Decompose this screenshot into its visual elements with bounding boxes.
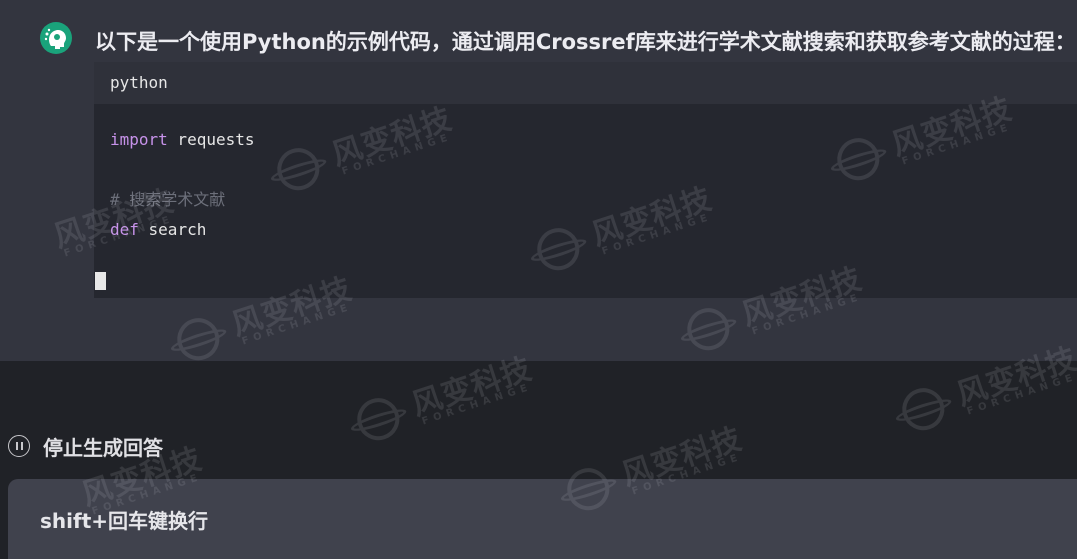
watermark-subtitle: FORCHANGE [965,371,1077,418]
stop-generating-button[interactable]: 停止生成回答 [8,432,163,460]
chat-input-placeholder: shift+回车键换行 [40,509,209,533]
watermark-subtitle: FORCHANGE [420,381,534,428]
code-text: requests [167,130,255,149]
typing-cursor [95,272,106,290]
pause-icon [8,435,30,457]
assistant-avatar-icon [40,22,72,54]
stop-generating-label: 停止生成回答 [43,435,163,460]
chat-message-area: 以下是一个使用Python的示例代码，通过调用Crossref库来进行学术文献搜… [0,0,1077,361]
code-comment: # 搜索学术文献 [110,190,226,209]
code-line: import requests [110,125,1061,155]
assistant-message-text: 以下是一个使用Python的示例代码，通过调用Crossref库来进行学术文献搜… [95,30,1076,54]
code-body: import requests # 搜索学术文献 def search [94,104,1077,275]
code-block: python import requests # 搜索学术文献 def sear… [94,62,1077,298]
code-text: search [138,220,207,239]
code-line: # 搜索学术文献 [110,185,1061,215]
code-keyword: import [110,130,168,149]
code-language-label: python [94,62,1077,104]
code-line: def search [110,215,1061,245]
code-keyword: def [110,220,139,239]
chat-input[interactable]: shift+回车键换行 [8,479,1077,559]
